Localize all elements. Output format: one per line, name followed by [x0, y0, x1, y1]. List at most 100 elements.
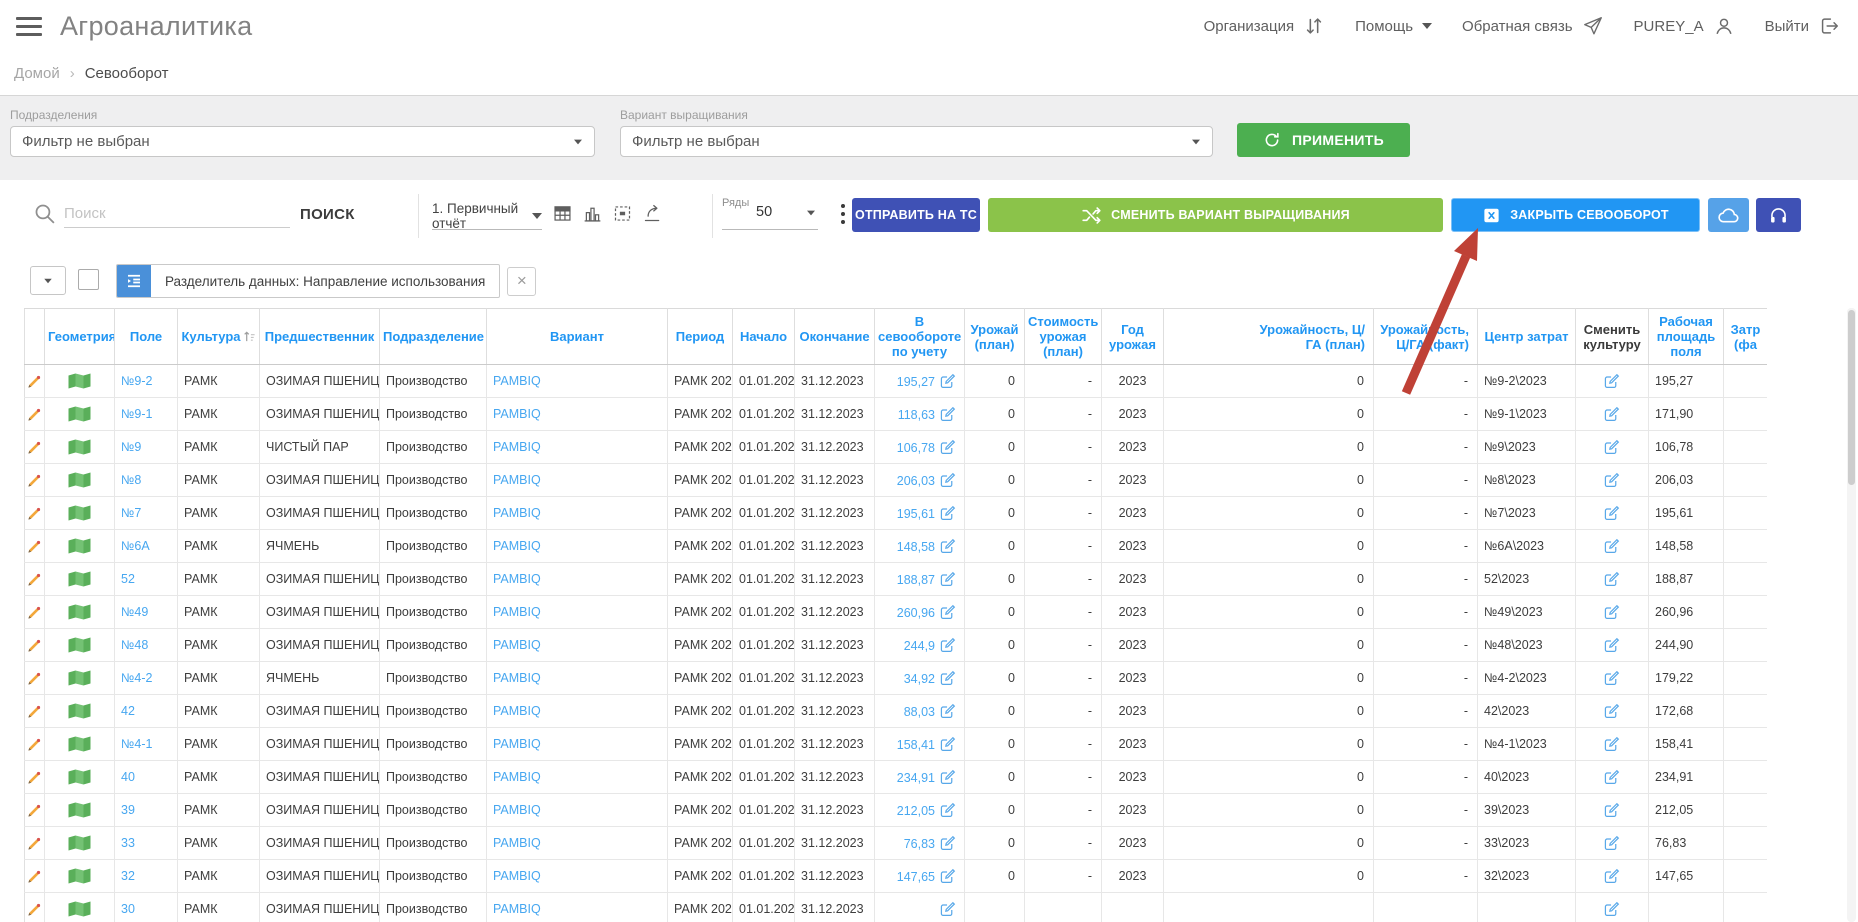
cell-edit-icon[interactable]: [1576, 860, 1649, 893]
row-edit-icon[interactable]: [25, 365, 45, 398]
report-select[interactable]: 1. Первичный отчёт: [432, 203, 542, 230]
column-header-start[interactable]: Начало: [733, 309, 795, 365]
row-edit-icon[interactable]: [25, 827, 45, 860]
cell-in_rotation[interactable]: 88,03: [875, 695, 965, 728]
variant-filter-select[interactable]: Фильтр не выбран: [620, 126, 1213, 157]
cell-variant[interactable]: PAMBIQ: [487, 695, 668, 728]
cell-edit-icon[interactable]: [1576, 497, 1649, 530]
geometry-map-icon[interactable]: [45, 563, 115, 596]
apply-button[interactable]: ПРИМЕНИТЬ: [1237, 123, 1410, 157]
cell-edit-icon[interactable]: [1576, 398, 1649, 431]
cell-edit-icon[interactable]: [1576, 728, 1649, 761]
cell-variant[interactable]: PAMBIQ: [487, 398, 668, 431]
rows-per-page-select[interactable]: Ряды 50: [722, 197, 818, 230]
cell-field[interactable]: №9-2: [115, 365, 178, 398]
cell-edit-icon[interactable]: [1576, 695, 1649, 728]
column-header-cost_center[interactable]: Центр затрат: [1478, 309, 1576, 365]
cell-in_rotation[interactable]: 158,41: [875, 728, 965, 761]
geometry-map-icon[interactable]: [45, 629, 115, 662]
column-header-yield_plan[interactable]: Урожайность, Ц/ГА (план): [1164, 309, 1374, 365]
cell-field[interactable]: №7: [115, 497, 178, 530]
geometry-map-icon[interactable]: [45, 365, 115, 398]
support-button[interactable]: [1756, 198, 1801, 232]
geometry-map-icon[interactable]: [45, 497, 115, 530]
cell-in_rotation[interactable]: [875, 893, 965, 922]
column-header-cost_plan[interactable]: Стоимость урожая (план): [1025, 309, 1102, 365]
cell-variant[interactable]: PAMBIQ: [487, 794, 668, 827]
geometry-map-icon[interactable]: [45, 398, 115, 431]
change-variant-button[interactable]: СМЕНИТЬ ВАРИАНТ ВЫРАЩИВАНИЯ: [988, 198, 1443, 232]
column-header-predecessor[interactable]: Предшественник: [260, 309, 380, 365]
splitter-dropdown-button[interactable]: [30, 266, 66, 295]
breadcrumb-home[interactable]: Домой: [14, 65, 60, 82]
cell-in_rotation[interactable]: 234,91: [875, 761, 965, 794]
column-header-end[interactable]: Окончание: [795, 309, 875, 365]
cell-field[interactable]: №49: [115, 596, 178, 629]
geometry-map-icon[interactable]: [45, 761, 115, 794]
cell-in_rotation[interactable]: 212,05: [875, 794, 965, 827]
column-header-division[interactable]: Подразделение: [380, 309, 487, 365]
cell-field[interactable]: 40: [115, 761, 178, 794]
cell-field[interactable]: №9-1: [115, 398, 178, 431]
cell-edit-icon[interactable]: [1576, 431, 1649, 464]
row-edit-icon[interactable]: [25, 893, 45, 922]
row-edit-icon[interactable]: [25, 398, 45, 431]
cell-field[interactable]: №9: [115, 431, 178, 464]
cell-in_rotation[interactable]: 206,03: [875, 464, 965, 497]
geometry-map-icon[interactable]: [45, 662, 115, 695]
cell-variant[interactable]: PAMBIQ: [487, 563, 668, 596]
column-header-field[interactable]: Поле: [115, 309, 178, 365]
table-view-icon[interactable]: [552, 203, 573, 224]
row-edit-icon[interactable]: [25, 530, 45, 563]
cell-edit-icon[interactable]: [1576, 365, 1649, 398]
row-edit-icon[interactable]: [25, 464, 45, 497]
selection-mode-icon[interactable]: [612, 203, 633, 224]
row-edit-icon[interactable]: [25, 497, 45, 530]
column-header-harvest_year[interactable]: Год урожая: [1102, 309, 1164, 365]
cell-field[interactable]: 52: [115, 563, 178, 596]
cell-in_rotation[interactable]: 147,65: [875, 860, 965, 893]
search-input[interactable]: [64, 200, 290, 228]
column-header-costs_fact[interactable]: Затр (фа: [1724, 309, 1768, 365]
cell-variant[interactable]: PAMBIQ: [487, 662, 668, 695]
geometry-map-icon[interactable]: [45, 794, 115, 827]
cell-variant[interactable]: PAMBIQ: [487, 629, 668, 662]
cell-edit-icon[interactable]: [1576, 464, 1649, 497]
menu-icon[interactable]: [16, 17, 42, 36]
row-edit-icon[interactable]: [25, 761, 45, 794]
nav-feedback[interactable]: Обратная связь: [1462, 15, 1604, 37]
row-edit-icon[interactable]: [25, 563, 45, 596]
row-edit-icon[interactable]: [25, 662, 45, 695]
search-button[interactable]: ПОИСК: [300, 206, 355, 223]
cell-in_rotation[interactable]: 106,78: [875, 431, 965, 464]
cell-edit-icon[interactable]: [1576, 761, 1649, 794]
cell-variant[interactable]: PAMBIQ: [487, 893, 668, 922]
cell-field[interactable]: 42: [115, 695, 178, 728]
cell-variant[interactable]: PAMBIQ: [487, 365, 668, 398]
cell-in_rotation[interactable]: 148,58: [875, 530, 965, 563]
row-edit-icon[interactable]: [25, 695, 45, 728]
geometry-map-icon[interactable]: [45, 530, 115, 563]
divisions-filter-select[interactable]: Фильтр не выбран: [10, 126, 595, 157]
cell-variant[interactable]: PAMBIQ: [487, 530, 668, 563]
column-header-harvest_plan[interactable]: Урожай (план): [965, 309, 1025, 365]
geometry-map-icon[interactable]: [45, 893, 115, 922]
cell-in_rotation[interactable]: 188,87: [875, 563, 965, 596]
cell-variant[interactable]: PAMBIQ: [487, 596, 668, 629]
row-edit-icon[interactable]: [25, 728, 45, 761]
cell-field[interactable]: №4-2: [115, 662, 178, 695]
send-to-tc-button[interactable]: ОТПРАВИТЬ НА ТС: [852, 198, 980, 232]
cell-field[interactable]: №8: [115, 464, 178, 497]
geometry-map-icon[interactable]: [45, 596, 115, 629]
cell-edit-icon[interactable]: [1576, 893, 1649, 922]
cell-field[interactable]: 32: [115, 860, 178, 893]
vertical-scrollbar[interactable]: [1847, 308, 1856, 922]
nav-help[interactable]: Помощь: [1355, 18, 1432, 35]
cell-variant[interactable]: PAMBIQ: [487, 431, 668, 464]
cell-in_rotation[interactable]: 195,27: [875, 365, 965, 398]
column-header-geometry[interactable]: Геометрия: [45, 309, 115, 365]
kebab-menu-icon[interactable]: [838, 204, 848, 228]
cell-edit-icon[interactable]: [1576, 629, 1649, 662]
data-splitter-chip[interactable]: Разделитель данных: Направление использо…: [116, 264, 500, 298]
cell-edit-icon[interactable]: [1576, 662, 1649, 695]
